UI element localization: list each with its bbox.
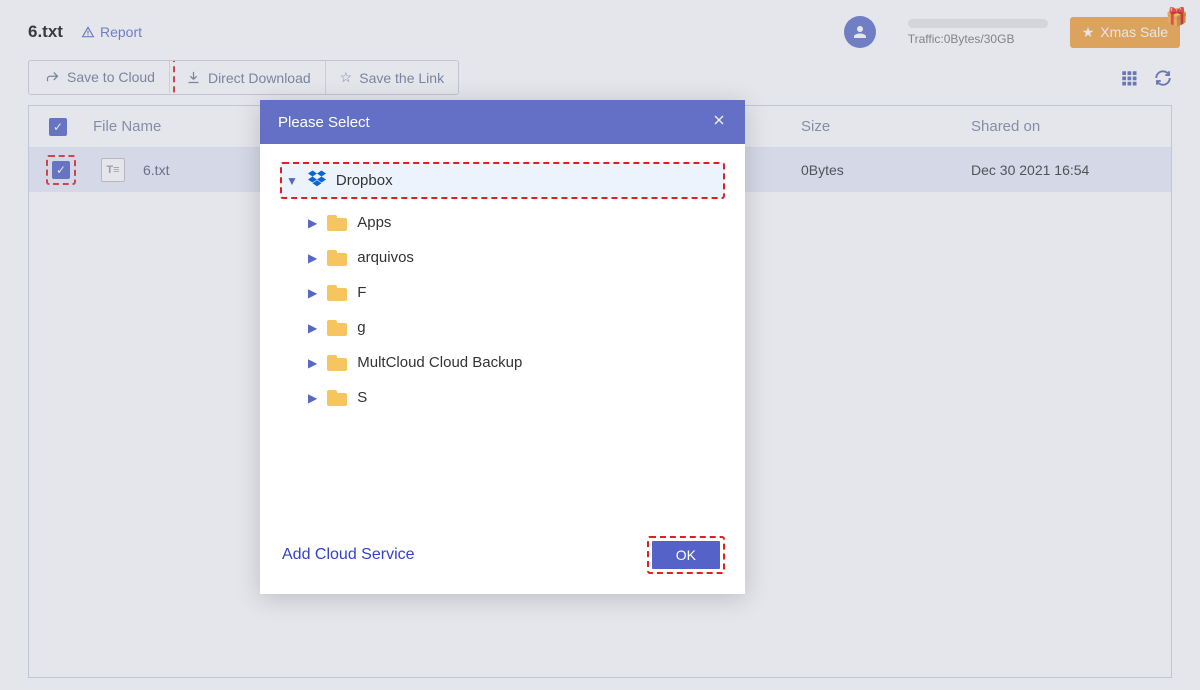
tree-item[interactable]: ▶ Apps	[300, 205, 733, 240]
tree-children: ▶ Apps ▶ arquivos ▶ F ▶ g ▶	[300, 205, 733, 415]
save-to-cloud-label: Save to Cloud	[67, 69, 155, 85]
chevron-right-icon: ▶	[308, 251, 317, 265]
traffic-progress-bar	[908, 19, 1048, 28]
warning-icon	[81, 25, 95, 39]
tree-item-label: Apps	[357, 214, 391, 231]
person-icon	[851, 23, 869, 41]
modal-footer: Add Cloud Service OK	[260, 524, 745, 594]
report-label: Report	[100, 24, 142, 40]
ok-button[interactable]: OK	[652, 541, 720, 569]
chevron-right-icon: ▶	[308, 356, 317, 370]
modal-header: Please Select	[260, 100, 745, 144]
row-shared-on: Dec 30 2021 16:54	[971, 162, 1151, 178]
select-destination-modal: Please Select ▼ Dropbox ▶ Apps ▶ arquivo…	[260, 100, 745, 594]
text-file-icon: T≡	[101, 158, 125, 182]
modal-body: ▼ Dropbox ▶ Apps ▶ arquivos ▶ F	[260, 144, 745, 524]
folder-icon	[327, 285, 347, 301]
folder-icon	[327, 250, 347, 266]
refresh-icon[interactable]	[1154, 69, 1172, 87]
tree-item-label: F	[357, 284, 366, 301]
tree-root-label: Dropbox	[336, 172, 393, 189]
direct-download-label: Direct Download	[208, 70, 311, 86]
top-header: 6.txt Report Traffic:0Bytes/30GB ★ Xmas …	[0, 0, 1200, 60]
xmas-sale-button[interactable]: ★ Xmas Sale 🎁	[1070, 17, 1180, 48]
folder-icon	[327, 320, 347, 336]
tree-item-label: MultCloud Cloud Backup	[357, 354, 522, 371]
folder-icon	[327, 390, 347, 406]
avatar[interactable]	[844, 16, 876, 48]
xmas-label: Xmas Sale	[1100, 24, 1168, 40]
folder-icon	[327, 355, 347, 371]
action-bar: Save to Cloud Direct Download ☆ Save the…	[0, 60, 1200, 105]
tree-item[interactable]: ▶ arquivos	[300, 240, 733, 275]
page-title: 6.txt	[28, 22, 63, 42]
tree-item-label: g	[357, 319, 365, 336]
chevron-right-icon: ▶	[308, 321, 317, 335]
add-cloud-service-link[interactable]: Add Cloud Service	[282, 546, 415, 564]
grid-view-icon[interactable]	[1120, 69, 1138, 87]
row-size: 0Bytes	[801, 162, 971, 178]
share-arrow-icon	[45, 70, 60, 85]
tree-item-label: arquivos	[357, 249, 414, 266]
highlight-annotation	[46, 155, 76, 185]
dropbox-icon	[308, 169, 326, 192]
save-link-button[interactable]: ☆ Save the Link	[326, 61, 458, 94]
download-icon	[186, 70, 201, 85]
tree-root-dropbox[interactable]: ▼ Dropbox	[280, 162, 725, 199]
tree-item[interactable]: ▶ MultCloud Cloud Backup	[300, 345, 733, 380]
folder-icon	[327, 215, 347, 231]
chevron-right-icon: ▶	[308, 216, 317, 230]
traffic-meter: Traffic:0Bytes/30GB	[908, 19, 1048, 46]
column-header-shared[interactable]: Shared on	[971, 118, 1151, 135]
star-outline-icon: ☆	[340, 69, 353, 86]
save-link-label: Save the Link	[359, 70, 444, 86]
tree-item[interactable]: ▶ S	[300, 380, 733, 415]
row-filename: 6.txt	[143, 162, 169, 178]
tree-item-label: S	[357, 389, 367, 406]
tree-item[interactable]: ▶ g	[300, 310, 733, 345]
chevron-down-icon: ▼	[286, 174, 298, 188]
action-button-group: Save to Cloud Direct Download ☆ Save the…	[28, 60, 459, 95]
gift-icon: 🎁	[1166, 7, 1188, 28]
select-all-checkbox[interactable]: ✓	[49, 118, 67, 136]
traffic-text: Traffic:0Bytes/30GB	[908, 32, 1048, 46]
chevron-right-icon: ▶	[308, 286, 317, 300]
column-header-size[interactable]: Size	[801, 118, 971, 135]
close-icon[interactable]	[711, 112, 727, 133]
modal-title: Please Select	[278, 114, 370, 131]
direct-download-button[interactable]: Direct Download	[172, 61, 326, 94]
tree-item[interactable]: ▶ F	[300, 275, 733, 310]
save-to-cloud-button[interactable]: Save to Cloud	[31, 61, 170, 93]
chevron-right-icon: ▶	[308, 391, 317, 405]
star-icon: ★	[1082, 24, 1095, 41]
report-link[interactable]: Report	[81, 24, 142, 40]
